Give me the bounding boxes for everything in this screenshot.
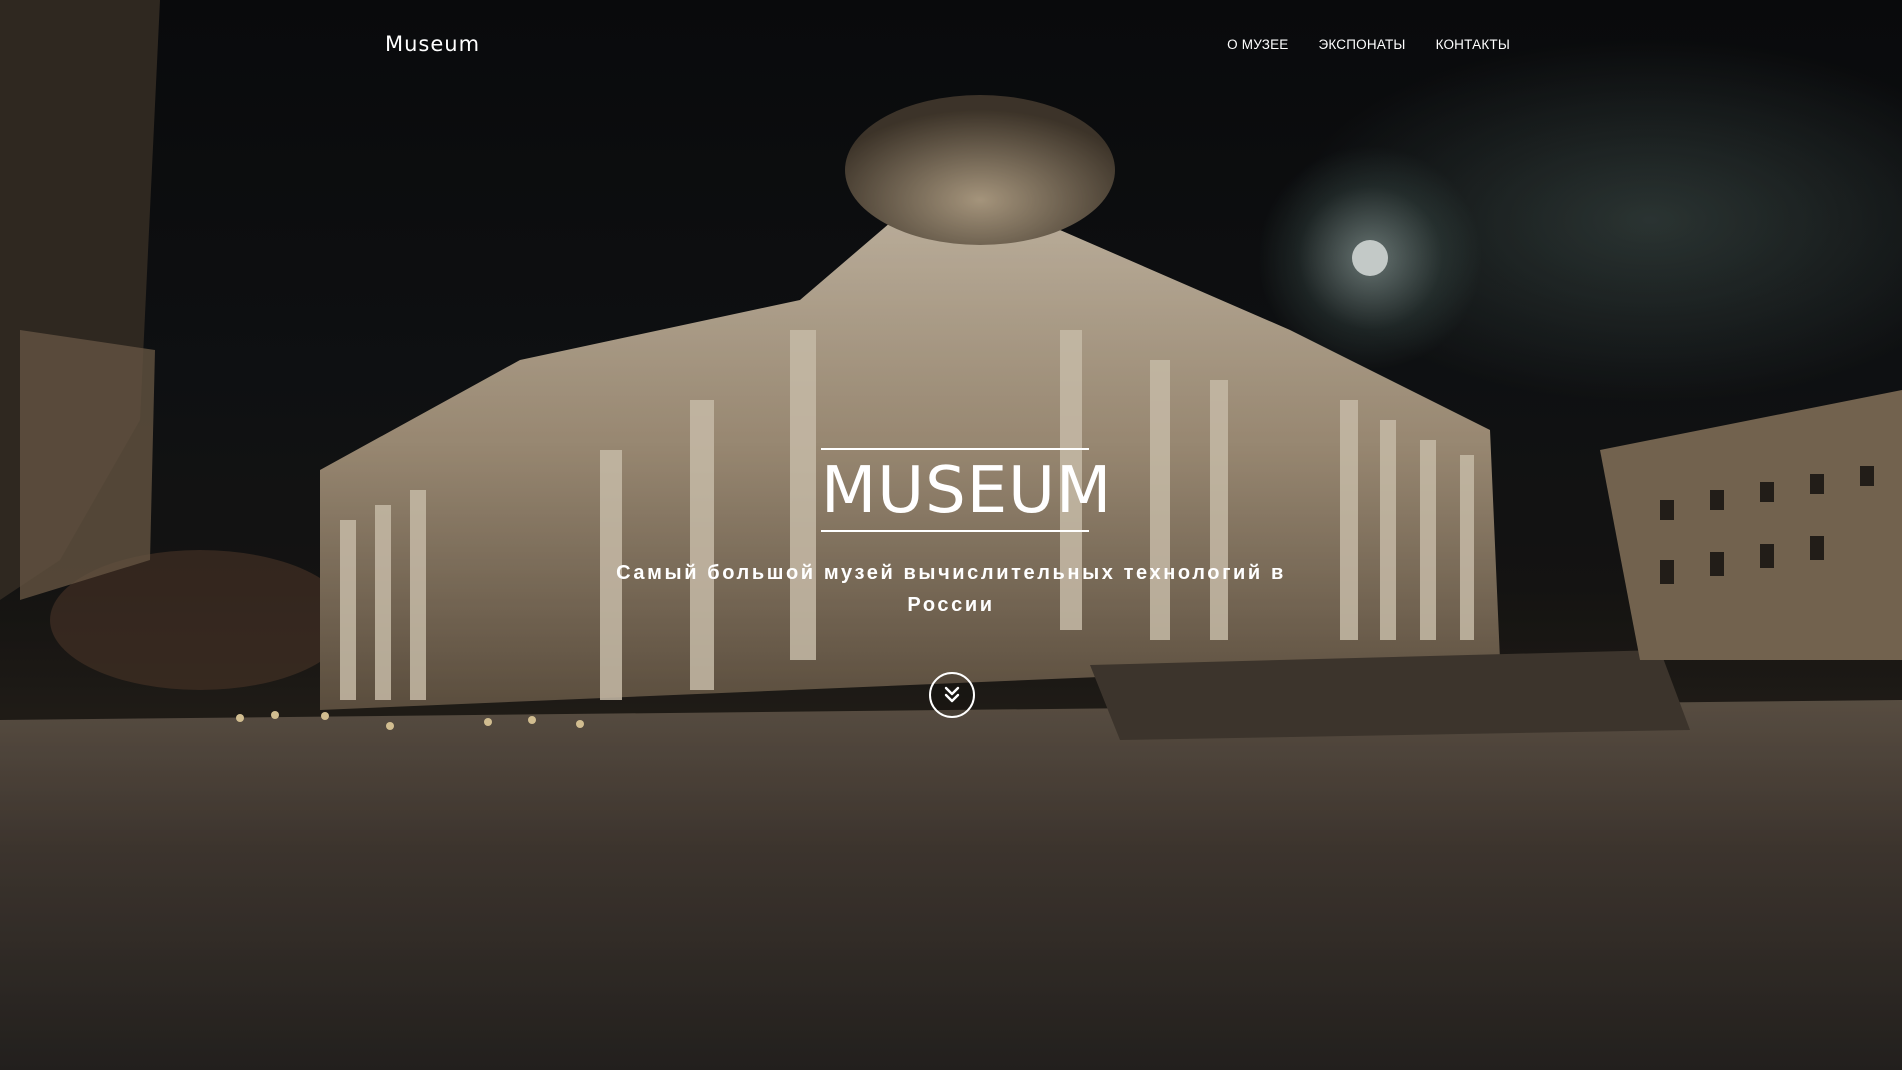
hero-title-frame: MUSEUM [821, 448, 1113, 532]
site-header: Museum О МУЗЕЕ ЭКСПОНАТЫ КОНТАКТЫ [0, 0, 1902, 90]
double-chevron-down-icon [944, 686, 960, 703]
scroll-down-button[interactable] [929, 672, 975, 718]
brand-logo-link[interactable]: Museum [385, 32, 480, 56]
hero-dark-overlay [0, 0, 1902, 1070]
nav-link-about[interactable]: О МУЗЕЕ [1227, 37, 1288, 52]
hero-title: MUSEUM [821, 454, 1113, 528]
hero-subtitle: Самый большой музей вычислительных техно… [616, 562, 1286, 616]
nav-link-exhibits[interactable]: ЭКСПОНАТЫ [1318, 37, 1405, 52]
nav-link-contacts[interactable]: КОНТАКТЫ [1436, 37, 1510, 52]
main-nav: О МУЗЕЕ ЭКСПОНАТЫ КОНТАКТЫ [1227, 37, 1510, 52]
page: Museum О МУЗЕЕ ЭКСПОНАТЫ КОНТАКТЫ MUSEUM… [0, 0, 1902, 1070]
